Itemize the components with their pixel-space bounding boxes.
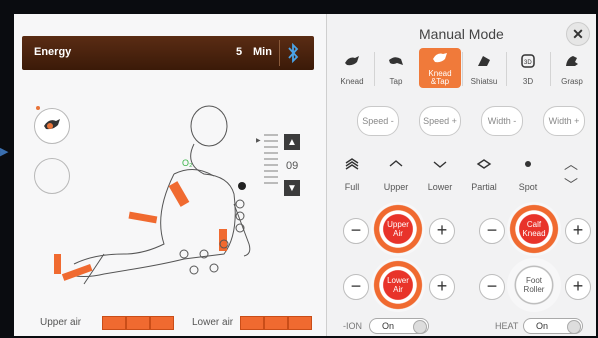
width-up-button[interactable]: Width + (543, 106, 585, 136)
mode-grasp-button[interactable]: Grasp (551, 48, 593, 88)
mode-knead-button[interactable]: Knead (331, 48, 373, 88)
close-button[interactable]: ✕ (566, 22, 590, 46)
lower-air-segment (288, 316, 312, 330)
area-lower-button[interactable]: Lower (419, 152, 461, 196)
full-area-icon (345, 158, 359, 170)
lower-air-dial-label: Lower Air (387, 276, 409, 294)
energy-unit: Min (253, 46, 272, 58)
heat-toggle-row: HEAT On (495, 318, 595, 334)
chevron-up-icon[interactable]: ︿ (553, 154, 589, 175)
upper-air-toggle[interactable]: Upper Air (371, 202, 425, 256)
panel-title: Manual Mode (419, 26, 504, 42)
upper-air-control: − Upper Air + (343, 202, 455, 258)
lower-air-control: − Lower Air + (343, 258, 455, 314)
body-diagram: O₂ (54, 105, 251, 285)
shiatsu-icon (478, 56, 490, 66)
area-spot-button[interactable]: Spot (507, 152, 549, 196)
bluetooth-icon (288, 43, 299, 63)
foot-roller-toggle[interactable]: Foot Roller (507, 258, 561, 312)
calf-knead-minus-button[interactable]: − (479, 218, 505, 244)
area-partial-button[interactable]: Partial (463, 152, 505, 196)
area-position-control: ︿ ﹀ (553, 154, 589, 196)
lower-air-indicator: Lower air (192, 316, 322, 330)
upper-air-segment (126, 316, 150, 330)
level-down-button[interactable]: ▼ (284, 180, 300, 196)
foot-roller-minus-button[interactable]: − (479, 274, 505, 300)
upper-air-segment (102, 316, 126, 330)
ion-toggle[interactable]: On (369, 318, 429, 334)
speed-down-button[interactable]: Speed - (357, 106, 399, 136)
mode-knead-tap-button[interactable]: Knead &Tap (419, 48, 461, 88)
svg-text:3D: 3D (524, 60, 532, 66)
calf-knead-dial-label: Calf Knead (522, 220, 546, 238)
calf-knead-plus-button[interactable]: + (565, 218, 591, 244)
lower-air-plus-button[interactable]: + (429, 274, 455, 300)
speed-up-button[interactable]: Speed + (419, 106, 461, 136)
bluetooth-button[interactable] (279, 40, 306, 66)
level-marker: ▶ (256, 138, 261, 144)
massage-chair-screen: Energy 5 Min O₂ ▶ ▲ 09 ▼ Upper air Lower… (14, 14, 596, 336)
upper-air-segment (150, 316, 174, 330)
lower-air-label: Lower air (192, 317, 234, 328)
upper-air-dial-label: Upper Air (387, 220, 409, 238)
lower-air-segment (240, 316, 264, 330)
grasp-icon (566, 56, 578, 66)
energy-label: Energy (34, 46, 72, 58)
ion-label: -ION (343, 321, 362, 331)
level-up-button[interactable]: ▲ (284, 134, 300, 150)
mode-selector: Knead Tap Knead &Tap Shiatsu 3D 3D Grasp (331, 48, 593, 88)
side-arrow-icon: ▶ (0, 146, 9, 158)
energy-bar: Energy 5 Min (22, 36, 314, 70)
lower-air-minus-button[interactable]: − (343, 274, 369, 300)
mode-3d-button[interactable]: 3D 3D (507, 48, 549, 88)
indicator-dot (36, 106, 40, 110)
svg-text:O₂: O₂ (182, 158, 193, 168)
mode-shiatsu-button[interactable]: Shiatsu (463, 48, 505, 88)
lower-area-icon (433, 161, 447, 168)
ion-toggle-value: On (382, 321, 395, 331)
foot-roller-dial-label: Foot Roller (523, 276, 545, 294)
upper-air-label: Upper air (40, 317, 82, 328)
ion-toggle-knob (413, 320, 427, 334)
spot-icon (525, 161, 531, 167)
heat-toggle-knob (567, 320, 581, 334)
tap-icon (389, 57, 403, 65)
upper-air-indicator: Upper air (40, 316, 180, 330)
mode-tap-button[interactable]: Tap (375, 48, 417, 88)
upper-air-minus-button[interactable]: − (343, 218, 369, 244)
calf-knead-control: − Calf Knead + (479, 202, 591, 258)
upper-air-plus-button[interactable]: + (429, 218, 455, 244)
partial-area-icon (476, 159, 492, 169)
heat-toggle[interactable]: On (523, 318, 583, 334)
intensity-level: ▶ ▲ 09 ▼ (256, 134, 322, 214)
foot-roller-plus-button[interactable]: + (565, 274, 591, 300)
manual-mode-panel: Manual Mode ✕ Knead Tap Knead &Tap Shiat… (327, 14, 596, 336)
area-full-button[interactable]: Full (331, 152, 373, 196)
foot-roller-control: − Foot Roller + (479, 258, 591, 314)
knead-icon (345, 56, 359, 66)
lower-air-segment (264, 316, 288, 330)
3d-icon: 3D (521, 54, 535, 68)
area-upper-button[interactable]: Upper (375, 152, 417, 196)
chevron-down-icon[interactable]: ﹀ (553, 175, 589, 196)
level-scale (264, 134, 278, 196)
upper-area-icon (389, 160, 403, 167)
energy-value: 5 (236, 46, 243, 58)
ion-toggle-row: -ION On (343, 318, 463, 334)
lower-air-toggle[interactable]: Lower Air (371, 258, 425, 312)
heat-label: HEAT (495, 321, 519, 331)
heat-toggle-value: On (536, 321, 549, 331)
knead-tap-icon (433, 53, 447, 63)
calf-knead-toggle[interactable]: Calf Knead (507, 202, 561, 256)
width-down-button[interactable]: Width - (481, 106, 523, 136)
level-value: 09 (286, 160, 299, 172)
